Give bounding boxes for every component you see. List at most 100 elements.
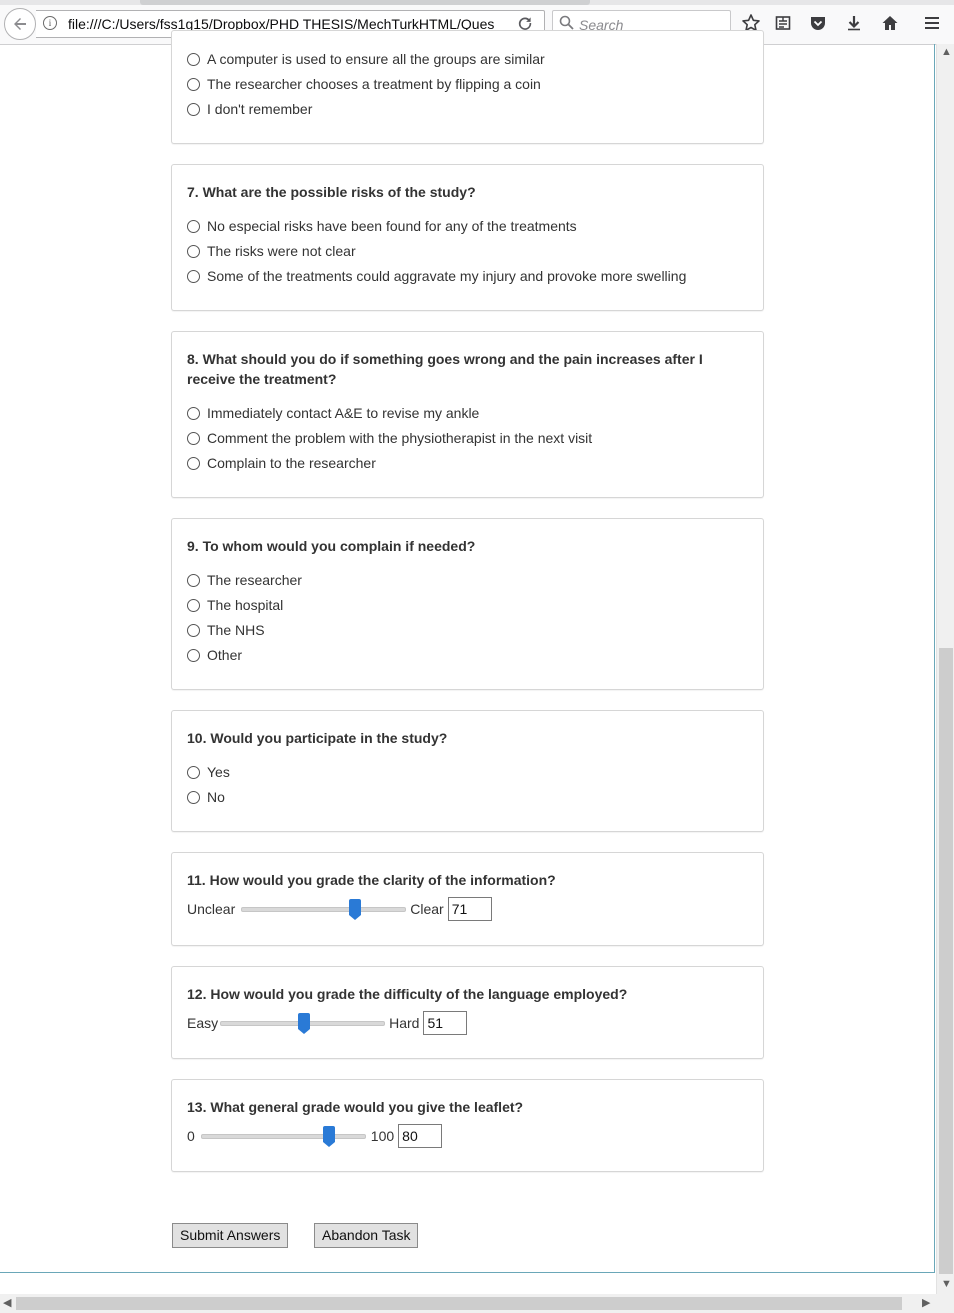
slider-min-label: Unclear (187, 901, 236, 917)
radio-button[interactable] (187, 244, 200, 258)
radio-option[interactable]: No especial risks have been found for an… (187, 216, 577, 236)
horizontal-scrollbar[interactable]: ◀ ▶ (0, 1294, 954, 1313)
scroll-right-icon[interactable]: ▶ (922, 1296, 930, 1309)
back-icon (14, 18, 26, 30)
radio-button[interactable] (187, 623, 200, 637)
slider-thumb[interactable] (298, 1012, 311, 1034)
radio-option[interactable]: The hospital (187, 595, 283, 615)
radio-button[interactable] (187, 790, 200, 804)
radio-button[interactable] (187, 765, 200, 779)
radio-option[interactable]: The researcher chooses a treatment by fl… (187, 74, 541, 94)
question-title: 7. What are the possible risks of the st… (187, 184, 476, 200)
difficulty-slider[interactable] (220, 1012, 386, 1034)
radio-option[interactable]: Immediately contact A&E to revise my ank… (187, 403, 479, 423)
rating-row: Unclear Clear 71 (187, 896, 492, 922)
tab-strip (0, 0, 954, 5)
radio-button[interactable] (187, 269, 200, 283)
option-label: The NHS (207, 622, 265, 638)
radio-option[interactable]: Comment the problem with the physiothera… (187, 428, 592, 448)
slider-thumb[interactable] (349, 898, 362, 920)
page-frame-border (0, 1272, 935, 1273)
pocket-button[interactable] (807, 12, 829, 34)
radio-button[interactable] (187, 648, 200, 662)
question-card-13: 13. What general grade would you give th… (171, 1079, 764, 1172)
question-title: 9. To whom would you complain if needed? (187, 538, 476, 554)
search-icon (559, 15, 574, 30)
radio-option[interactable]: Other (187, 645, 242, 665)
radio-option[interactable]: The risks were not clear (187, 241, 356, 261)
option-label: The researcher chooses a treatment by fl… (207, 76, 541, 92)
question-card-12: 12. How would you grade the difficulty o… (171, 966, 764, 1059)
menu-icon (925, 17, 939, 29)
question-title: 12. How would you grade the difficulty o… (187, 986, 628, 1002)
slider-min-label: 0 (187, 1128, 195, 1144)
question-card-9: 9. To whom would you complain if needed?… (171, 518, 764, 690)
slider-max-label: 100 (370, 1128, 395, 1144)
option-label: Other (207, 647, 243, 663)
slider-max-label: Hard (389, 1015, 420, 1031)
radio-option[interactable]: I don't remember (187, 99, 312, 119)
radio-button[interactable] (187, 219, 200, 233)
reading-list-button[interactable] (772, 12, 794, 34)
clarity-slider[interactable] (241, 898, 407, 920)
question-card-6: A computer is used to ensure all the gro… (171, 30, 764, 144)
pocket-icon (811, 17, 825, 30)
radio-button[interactable] (187, 52, 200, 66)
clarity-value-input[interactable]: 71 (447, 897, 492, 921)
radio-option[interactable]: Some of the treatments could aggravate m… (187, 266, 686, 286)
menu-button[interactable] (921, 12, 943, 34)
downloads-button[interactable] (843, 12, 865, 34)
question-card-7: 7. What are the possible risks of the st… (171, 164, 764, 311)
radio-button[interactable] (187, 573, 200, 587)
question-title: 10. Would you participate in the study? (187, 730, 448, 746)
radio-button[interactable] (187, 456, 200, 470)
radio-button[interactable] (187, 598, 200, 612)
rating-row: 0 100 80 (187, 1123, 443, 1149)
grade-value-input[interactable]: 80 (398, 1124, 443, 1148)
radio-option[interactable]: The researcher (187, 570, 302, 590)
slider-thumb[interactable] (322, 1125, 335, 1147)
scroll-up-icon[interactable]: ▲ (941, 46, 952, 58)
question-title: 8. What should you do if something goes … (187, 351, 703, 387)
option-label: The risks were not clear (207, 243, 356, 259)
vertical-scrollbar[interactable]: ▲ ▼ (936, 44, 954, 1294)
option-label: Immediately contact A&E to revise my ank… (207, 405, 480, 421)
download-icon (848, 16, 860, 31)
reader-list-icon (775, 16, 791, 30)
option-label: Complain to the researcher (207, 455, 376, 471)
option-label: The researcher (207, 572, 302, 588)
radio-button[interactable] (187, 406, 200, 420)
scroll-left-icon[interactable]: ◀ (3, 1296, 11, 1309)
question-title: 13. What general grade would you give th… (187, 1099, 524, 1115)
info-icon[interactable]: i (43, 16, 57, 30)
radio-button[interactable] (187, 102, 200, 116)
radio-button[interactable] (187, 77, 200, 91)
radio-button[interactable] (187, 431, 200, 445)
option-label: No especial risks have been found for an… (207, 218, 577, 234)
question-title: 11. How would you grade the clarity of t… (187, 872, 556, 888)
radio-option[interactable]: No (187, 787, 225, 807)
grade-slider[interactable] (200, 1125, 366, 1147)
radio-option[interactable]: Complain to the researcher (187, 453, 376, 473)
difficulty-value-input[interactable]: 51 (423, 1011, 468, 1035)
question-card-11: 11. How would you grade the clarity of t… (171, 852, 764, 946)
page-frame-border (934, 44, 935, 1273)
vertical-scroll-thumb[interactable] (939, 648, 953, 1274)
slider-min-label: Easy (187, 1015, 219, 1031)
radio-option[interactable]: A computer is used to ensure all the gro… (187, 49, 545, 69)
back-button[interactable] (4, 8, 36, 40)
radio-option[interactable]: The NHS (187, 620, 265, 640)
option-label: Comment the problem with the physiothera… (207, 430, 593, 446)
option-label: Some of the treatments could aggravate m… (207, 268, 687, 284)
question-card-10: 10. Would you participate in the study? … (171, 710, 764, 832)
option-label: The hospital (207, 597, 284, 613)
abandon-task-button[interactable]: Abandon Task (314, 1223, 419, 1248)
active-tab[interactable] (140, 0, 590, 5)
home-button[interactable] (879, 12, 901, 34)
horizontal-scroll-thumb[interactable] (16, 1297, 902, 1310)
rating-row: Easy Hard 51 (187, 1010, 468, 1036)
scroll-down-icon[interactable]: ▼ (941, 1278, 952, 1290)
submit-answers-button[interactable]: Submit Answers (172, 1223, 289, 1248)
option-label: A computer is used to ensure all the gro… (207, 51, 545, 67)
radio-option[interactable]: Yes (187, 762, 230, 782)
